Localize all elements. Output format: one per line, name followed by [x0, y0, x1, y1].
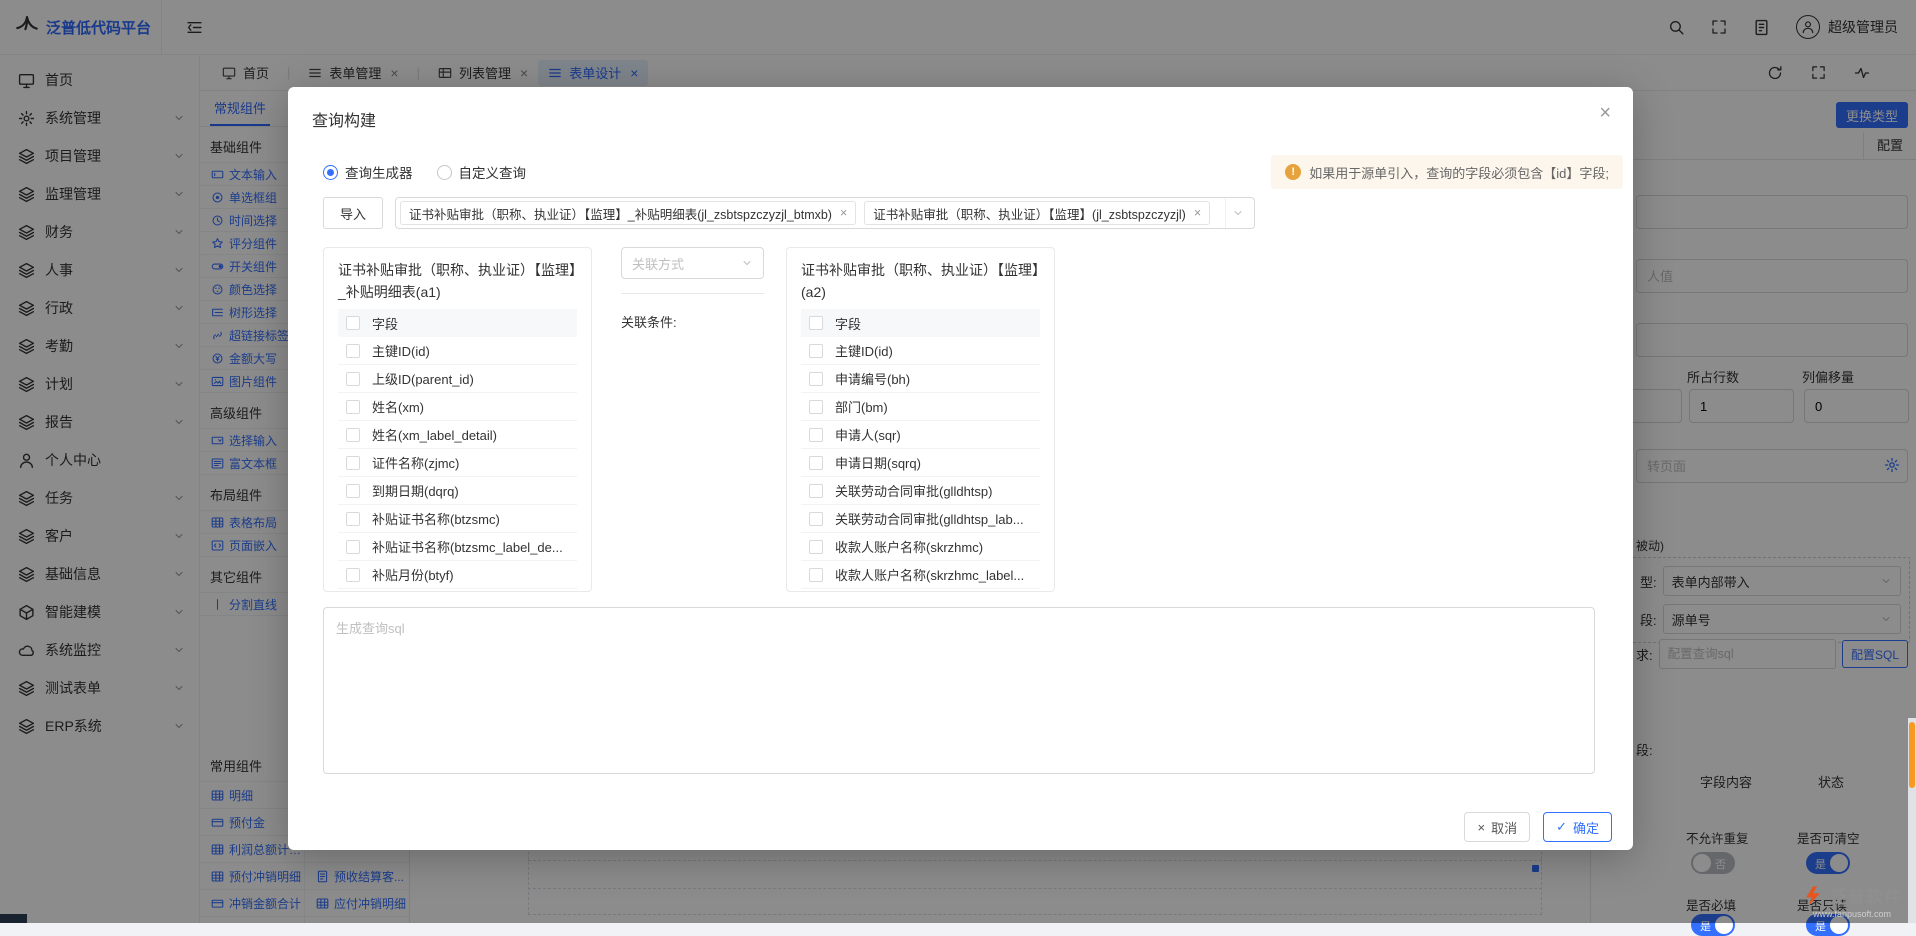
- checkbox[interactable]: [809, 484, 823, 498]
- field-row[interactable]: 部门(bm): [801, 393, 1040, 421]
- radio-custom-query-label: 自定义查询: [459, 162, 527, 182]
- scrollbar-thumb[interactable]: [1909, 722, 1915, 788]
- vendor-watermark: 泛普软件 www.fanpusoft.com: [1802, 883, 1902, 919]
- field-row[interactable]: 申请编号(bh): [801, 365, 1040, 393]
- warning-text: 如果用于源单引入，查询的字段必须包含【id】字段;: [1309, 163, 1609, 182]
- field-label: 补贴月份(btyf): [372, 565, 454, 584]
- field-row[interactable]: 姓名(xm): [338, 393, 577, 421]
- field-row[interactable]: 字段: [338, 309, 577, 337]
- field-label: 主键ID(id): [835, 341, 893, 360]
- field-row[interactable]: 证件名称(zjmc): [338, 449, 577, 477]
- field-label: 补贴证书名称(btzsmc_label_de...: [372, 537, 563, 556]
- field-label: 字段: [835, 314, 861, 333]
- field-label: 申请编号(bh): [835, 369, 910, 388]
- right-table-title: 证书补贴审批（职称、执业证）【监理】(a2): [801, 260, 1040, 303]
- radio-custom-query[interactable]: [437, 165, 452, 180]
- field-row[interactable]: 补贴月份(btyf): [338, 561, 577, 589]
- field-label: 姓名(xm_label_detail): [372, 425, 497, 444]
- field-row[interactable]: 补贴证书名称(btzsmc): [338, 505, 577, 533]
- field-label: 收款人账户名称(skrzhmc_label...: [835, 565, 1024, 584]
- field-row[interactable]: 关联劳动合同审批(glldhtsp): [801, 477, 1040, 505]
- field-label: 关联劳动合同审批(glldhtsp_lab...: [835, 509, 1024, 528]
- field-row[interactable]: 申请日期(sqrq): [801, 449, 1040, 477]
- cancel-button[interactable]: × 取消: [1464, 812, 1530, 842]
- field-label: 到期日期(dqrq): [372, 481, 459, 500]
- close-icon[interactable]: ×: [840, 206, 847, 220]
- checkbox[interactable]: [809, 512, 823, 526]
- field-label: 字段: [372, 314, 398, 333]
- field-row[interactable]: 字段: [801, 309, 1040, 337]
- checkbox[interactable]: [346, 484, 360, 498]
- checkbox[interactable]: [809, 372, 823, 386]
- left-field-panel: 证书补贴审批（职称、执业证）【监理】_补贴明细表(a1) 字段主键ID(id) 上…: [323, 247, 592, 592]
- checkbox[interactable]: [809, 456, 823, 470]
- import-button[interactable]: 导入: [323, 197, 383, 229]
- field-row[interactable]: 申请人(sqr): [801, 421, 1040, 449]
- chevron-down-icon[interactable]: [1225, 198, 1250, 228]
- confirm-button[interactable]: ✓ 确定: [1543, 812, 1612, 842]
- checkbox[interactable]: [346, 428, 360, 442]
- warning-icon: !: [1285, 164, 1301, 180]
- close-icon: ×: [1477, 820, 1485, 835]
- checkbox[interactable]: [809, 344, 823, 358]
- field-row[interactable]: 主键ID(id): [801, 337, 1040, 365]
- vendor-url: www.fanpusoft.com: [1813, 909, 1891, 919]
- query-builder-modal: 查询构建 × 查询生成器 自定义查询 ! 如果用于源单引入，查询的字段必须包含【…: [288, 87, 1633, 850]
- checkbox[interactable]: [346, 400, 360, 414]
- tag-label: 证书补贴审批（职称、执业证）【监理】(jl_zsbtspzczyzjl): [873, 204, 1186, 223]
- chevron-down-icon: [741, 257, 753, 269]
- warning-banner: ! 如果用于源单引入，查询的字段必须包含【id】字段;: [1271, 155, 1623, 189]
- check-icon: ✓: [1556, 819, 1567, 835]
- field-label: 上级ID(parent_id): [372, 369, 474, 388]
- field-label: 关联劳动合同审批(glldhtsp): [835, 481, 992, 500]
- field-label: 申请人(sqr): [835, 425, 901, 444]
- vendor-logo-icon: [1802, 885, 1824, 907]
- field-row[interactable]: 补贴证书名称(btzsmc_label_de...: [338, 533, 577, 561]
- page-scrollbar[interactable]: [1908, 718, 1916, 923]
- field-row[interactable]: 收款人账户名称(skrzhmc_label...: [801, 561, 1040, 589]
- checkbox[interactable]: [809, 568, 823, 582]
- join-condition-label: 关联条件:: [621, 312, 764, 331]
- field-label: 姓名(xm): [372, 397, 424, 416]
- checkbox[interactable]: [809, 428, 823, 442]
- modal-title: 查询构建: [312, 113, 376, 130]
- checkbox[interactable]: [346, 372, 360, 386]
- checkbox[interactable]: [346, 344, 360, 358]
- close-icon[interactable]: ×: [1194, 206, 1201, 220]
- checkbox[interactable]: [346, 540, 360, 554]
- field-row[interactable]: 上级ID(parent_id): [338, 365, 577, 393]
- import-tag: 证书补贴审批（职称、执业证）【监理】_补贴明细表(jl_zsbtspzczyzj…: [400, 201, 856, 225]
- right-field-panel: 证书补贴审批（职称、执业证）【监理】(a2) 字段主键ID(id) 申请编号(bh…: [786, 247, 1055, 592]
- checkbox[interactable]: [346, 568, 360, 582]
- field-row[interactable]: 主键ID(id): [338, 337, 577, 365]
- checkbox[interactable]: [809, 316, 823, 330]
- checkbox[interactable]: [346, 316, 360, 330]
- field-label: 证件名称(zjmc): [372, 453, 459, 472]
- radio-query-builder-label: 查询生成器: [345, 162, 413, 182]
- field-label: 部门(bm): [835, 397, 888, 416]
- field-label: 申请日期(sqrq): [835, 453, 921, 472]
- import-tag: 证书补贴审批（职称、执业证）【监理】(jl_zsbtspzczyzjl) ×: [864, 201, 1210, 225]
- join-type-select[interactable]: 关联方式: [621, 247, 764, 279]
- field-row[interactable]: 姓名(xm_label_detail): [338, 421, 577, 449]
- checkbox[interactable]: [346, 512, 360, 526]
- field-label: 收款人账户名称(skrzhmc): [835, 537, 983, 556]
- field-row[interactable]: 收款人账户名称(skrzhmc): [801, 533, 1040, 561]
- checkbox[interactable]: [809, 540, 823, 554]
- vendor-name: 泛普软件: [1830, 883, 1902, 908]
- field-row[interactable]: 关联劳动合同审批(glldhtsp_lab...: [801, 505, 1040, 533]
- tag-label: 证书补贴审批（职称、执业证）【监理】_补贴明细表(jl_zsbtspzczyzj…: [409, 204, 832, 223]
- left-table-title: 证书补贴审批（职称、执业证）【监理】_补贴明细表(a1): [338, 260, 577, 303]
- radio-query-builder[interactable]: [323, 165, 338, 180]
- generated-sql-textarea[interactable]: [323, 607, 1595, 774]
- checkbox[interactable]: [346, 456, 360, 470]
- field-label: 主键ID(id): [372, 341, 430, 360]
- divider: [621, 293, 764, 294]
- field-label: 补贴证书名称(btzsmc): [372, 509, 500, 528]
- table-multiselect[interactable]: 证书补贴审批（职称、执业证）【监理】_补贴明细表(jl_zsbtspzczyzj…: [395, 197, 1255, 229]
- close-icon[interactable]: ×: [1599, 103, 1611, 123]
- field-row[interactable]: 到期日期(dqrq): [338, 477, 577, 505]
- checkbox[interactable]: [809, 400, 823, 414]
